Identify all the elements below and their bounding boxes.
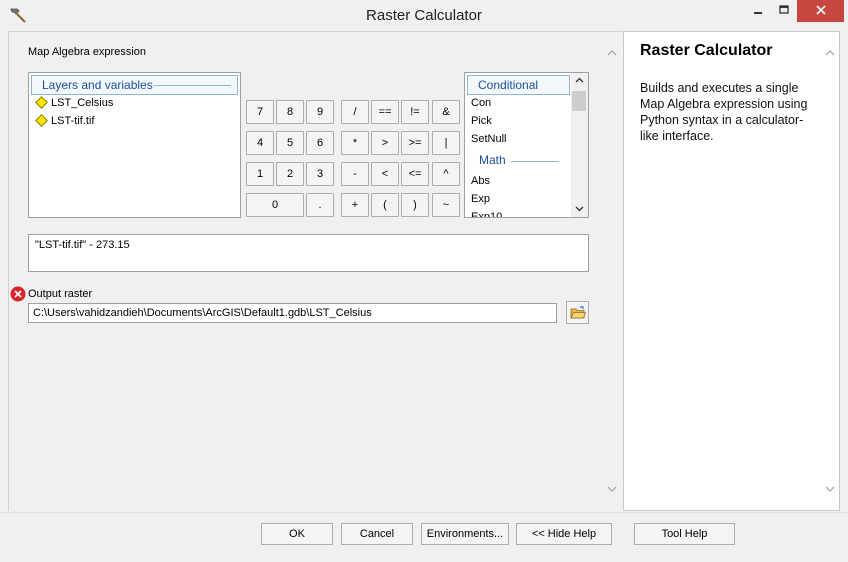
key-1[interactable]: 1 xyxy=(246,162,274,186)
key-8[interactable]: 8 xyxy=(276,100,304,124)
help-pane: Raster Calculator Builds and executes a … xyxy=(623,31,840,511)
key-not[interactable]: ~ xyxy=(432,193,460,217)
layer-item[interactable]: LST_Celsius xyxy=(35,95,113,111)
button-bar: OK Cancel Environments... << Hide Help T… xyxy=(0,512,848,562)
cancel-button[interactable]: Cancel xyxy=(341,523,413,545)
key-greater-equal[interactable]: >= xyxy=(401,131,429,155)
error-icon xyxy=(10,286,26,302)
scroll-down-icon[interactable] xyxy=(605,482,619,496)
conditional-header-label: Conditional xyxy=(478,78,539,92)
key-minus[interactable]: - xyxy=(341,162,369,186)
help-title: Raster Calculator xyxy=(640,42,773,59)
help-description: Builds and executes a single Map Algebra… xyxy=(640,81,808,143)
tool-help-button[interactable]: Tool Help xyxy=(634,523,735,545)
layers-list[interactable]: Layers and variables LST_Celsius LST-tif… xyxy=(28,72,241,218)
layers-group-header: Layers and variables xyxy=(31,75,238,95)
folder-icon xyxy=(570,306,586,319)
ok-button[interactable]: OK xyxy=(261,523,333,545)
close-button[interactable] xyxy=(797,0,844,22)
key-4[interactable]: 4 xyxy=(246,131,274,155)
browse-button[interactable] xyxy=(566,301,589,324)
scroll-down-icon[interactable] xyxy=(574,203,585,214)
output-raster-input[interactable]: C:\Users\vahidzandieh\Documents\ArcGIS\D… xyxy=(28,303,557,323)
expression-label: Map Algebra expression xyxy=(28,46,147,58)
key-0[interactable]: 0 xyxy=(246,193,304,217)
function-item[interactable]: SetNull xyxy=(471,131,506,147)
maximize-icon xyxy=(779,5,789,14)
function-item[interactable]: Abs xyxy=(471,173,490,189)
layers-header-label: Layers and variables xyxy=(42,78,153,92)
key-plus[interactable]: + xyxy=(341,193,369,217)
key-divide[interactable]: / xyxy=(341,100,369,124)
layer-item[interactable]: LST-tif.tif xyxy=(35,113,94,129)
key-7[interactable]: 7 xyxy=(246,100,274,124)
function-item[interactable]: Exp10 xyxy=(471,209,502,217)
key-3[interactable]: 3 xyxy=(306,162,334,186)
key-less[interactable]: < xyxy=(371,162,399,186)
math-group-header: Math xyxy=(479,153,506,167)
key-2[interactable]: 2 xyxy=(276,162,304,186)
functions-list[interactable]: Conditional Con Pick SetNull Math Abs Ex… xyxy=(464,72,589,218)
key-not-equal[interactable]: != xyxy=(401,100,429,124)
output-raster-label: Output raster xyxy=(28,288,93,300)
function-item[interactable]: Exp xyxy=(471,191,490,207)
functions-scrollbar[interactable] xyxy=(571,73,588,217)
expression-textbox[interactable]: "LST-tif.tif" - 273.15 xyxy=(28,234,589,272)
key-greater[interactable]: > xyxy=(371,131,399,155)
key-5[interactable]: 5 xyxy=(276,131,304,155)
key-decimal[interactable]: . xyxy=(306,193,334,217)
key-close-paren[interactable]: ) xyxy=(401,193,429,217)
key-and[interactable]: & xyxy=(432,100,460,124)
window-title: Raster Calculator xyxy=(366,7,482,24)
key-equal[interactable]: == xyxy=(371,100,399,124)
title-bar: Raster Calculator xyxy=(0,0,848,30)
key-open-paren[interactable]: ( xyxy=(371,193,399,217)
close-icon xyxy=(815,5,826,15)
key-multiply[interactable]: * xyxy=(341,131,369,155)
scroll-up-icon[interactable] xyxy=(605,46,619,60)
hide-help-button[interactable]: << Hide Help xyxy=(516,523,612,545)
scrollbar-thumb[interactable] xyxy=(572,91,586,111)
minimize-button[interactable] xyxy=(745,0,771,22)
scroll-up-icon[interactable] xyxy=(574,75,585,86)
scroll-down-icon[interactable] xyxy=(823,482,837,496)
key-less-equal[interactable]: <= xyxy=(401,162,429,186)
key-9[interactable]: 9 xyxy=(306,100,334,124)
scroll-up-icon[interactable] xyxy=(823,46,837,60)
key-xor[interactable]: ^ xyxy=(432,162,460,186)
function-item[interactable]: Pick xyxy=(471,113,492,129)
function-item[interactable]: Con xyxy=(471,95,491,111)
environments-button[interactable]: Environments... xyxy=(421,523,509,545)
raster-layer-icon xyxy=(35,96,48,109)
minimize-icon xyxy=(754,12,762,14)
math-header-rule xyxy=(511,161,559,162)
raster-layer-icon xyxy=(35,114,48,127)
key-or[interactable]: | xyxy=(432,131,460,155)
maximize-button[interactable] xyxy=(771,0,797,22)
key-6[interactable]: 6 xyxy=(306,131,334,155)
conditional-group-header: Conditional xyxy=(467,75,570,95)
